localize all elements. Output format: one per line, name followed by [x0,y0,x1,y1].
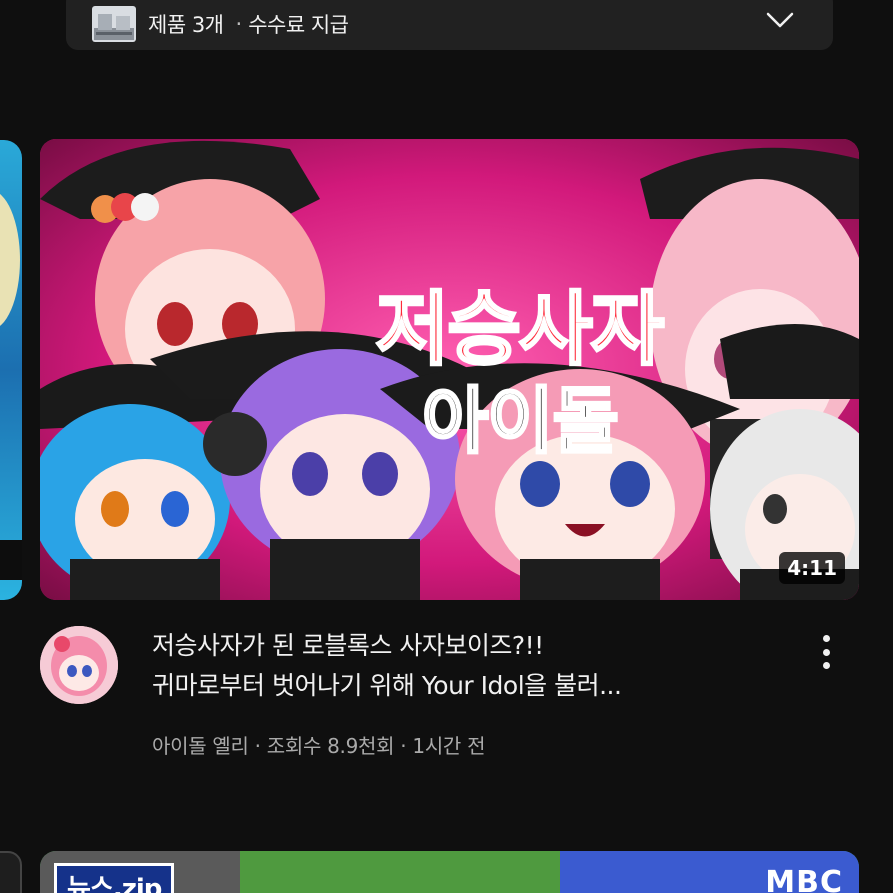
video-metadata: 아이돌 옐리 · 조회수 8.9천회 · 1시간 전 [152,730,486,759]
affiliate-products-bar[interactable]: 제품 3개 · 수수료 지급 [66,0,833,50]
thumbnail-title-line2: 아이돌 [421,378,621,465]
channel-avatar[interactable] [40,626,118,704]
thumbnail-title-line1: 저승사자 [374,283,665,376]
next-video-thumbnail[interactable]: 뉴스.zip MBC [40,851,859,893]
duration-badge: 4:11 [779,552,845,584]
meta-separator: · [394,734,413,758]
product-thumbnail [92,6,136,42]
video-title[interactable]: 저승사자가 된 로블록스 사자보이즈?!! 귀마로부터 벗어나기 위해 Your… [152,626,792,706]
meta-separator: · [248,734,267,758]
dot [822,648,830,656]
commission-label: 수수료 지급 [248,13,349,37]
separator: · [235,12,243,36]
video-title-line2: 귀마로부터 벗어나기 위해 Your Idol을 불러... [152,671,622,700]
video-title-line1: 저승사자가 된 로블록스 사자보이즈?!! [152,631,544,660]
upload-age: 1시간 전 [412,734,486,758]
more-vertical-icon[interactable] [812,632,840,672]
video-thumbnail[interactable]: 저승사자 아이돌 4:11 [40,139,859,600]
product-count: 제품 3개 [148,13,224,37]
news-zip-badge: 뉴스.zip [54,863,175,893]
mbc-logo: MBC [765,865,843,893]
dot [822,662,830,669]
view-count: 조회수 8.9천회 [266,734,395,758]
dot [822,635,830,642]
channel-name[interactable]: 아이돌 옐리 [152,734,249,758]
chevron-down-icon[interactable] [765,10,795,30]
previous-card-peek[interactable] [0,140,22,600]
previous-card-peek-2[interactable] [0,851,22,893]
